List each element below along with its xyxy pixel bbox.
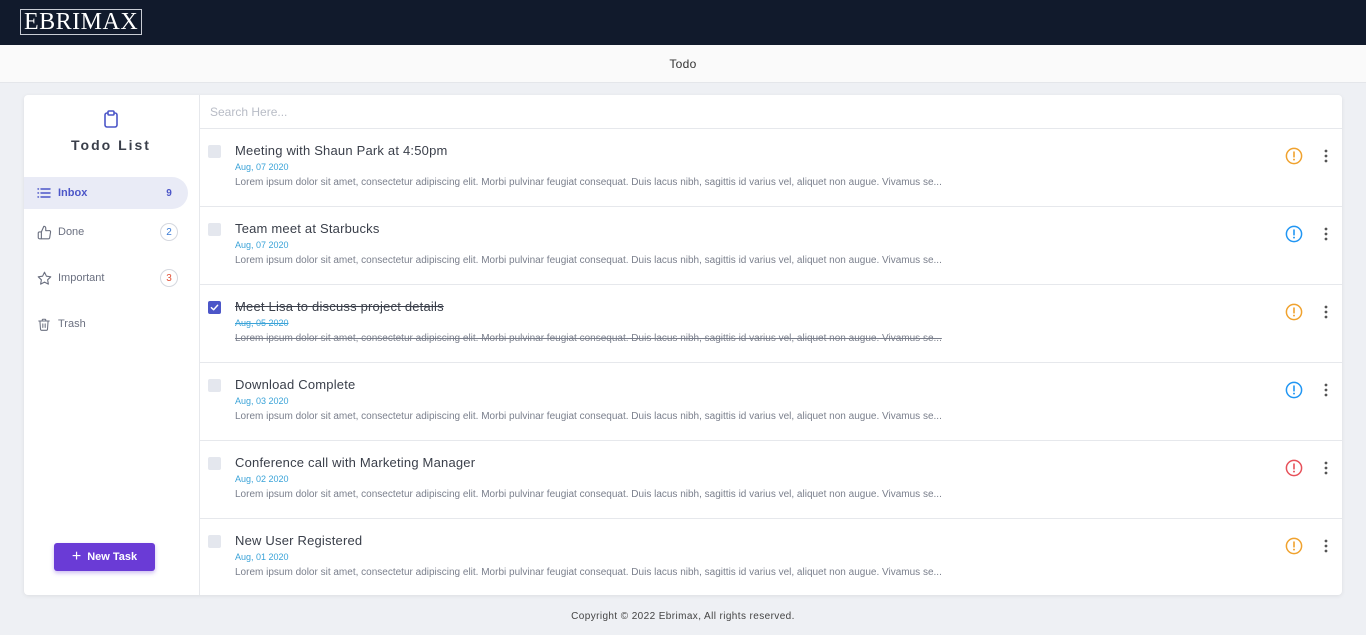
task-description: Lorem ipsum dolor sit amet, consectetur … <box>235 411 942 422</box>
task-date: Aug, 05 2020 <box>235 318 289 328</box>
sidebar-item-label: Important <box>58 272 105 284</box>
task-description: Lorem ipsum dolor sit amet, consectetur … <box>235 567 942 578</box>
priority-alert-icon[interactable] <box>1285 537 1303 555</box>
priority-alert-icon[interactable] <box>1285 459 1303 477</box>
done-count-badge: 2 <box>160 223 178 241</box>
task-list-panel: Meeting with Shaun Park at 4:50pm Aug, 07… <box>200 95 1342 595</box>
more-options-icon[interactable] <box>1321 226 1331 242</box>
thumbs-up-icon <box>36 224 52 240</box>
task-description: Lorem ipsum dolor sit amet, consectetur … <box>235 177 942 188</box>
task-checkbox[interactable] <box>208 457 221 470</box>
more-options-icon[interactable] <box>1321 304 1331 320</box>
top-navbar: EBRIMAX <box>0 0 1366 45</box>
sidebar-item-important[interactable]: Important 3 <box>24 262 188 294</box>
sidebar-item-done[interactable]: Done 2 <box>24 216 188 248</box>
task-row[interactable]: Download Complete Aug, 03 2020 Lorem ipsum… <box>200 363 1342 441</box>
sidebar-item-trash[interactable]: Trash <box>24 308 188 340</box>
task-title[interactable]: New User Registered <box>235 533 362 548</box>
brand-logo-text: EBRIMAX <box>24 9 139 35</box>
plus-icon: + <box>71 548 82 565</box>
task-date: Aug, 07 2020 <box>235 162 289 172</box>
task-row[interactable]: Meet Lisa to discuss project details Aug,… <box>200 285 1342 363</box>
task-checkbox[interactable] <box>208 379 221 392</box>
new-task-button[interactable]: + New Task <box>54 543 155 571</box>
task-title[interactable]: Meeting with Shaun Park at 4:50pm <box>235 143 448 158</box>
task-description: Lorem ipsum dolor sit amet, consectetur … <box>235 489 942 500</box>
more-options-icon[interactable] <box>1321 460 1331 476</box>
task-checkbox[interactable] <box>208 535 221 548</box>
star-icon <box>36 270 52 286</box>
priority-alert-icon[interactable] <box>1285 147 1303 165</box>
check-icon <box>210 304 219 311</box>
more-options-icon[interactable] <box>1321 538 1331 554</box>
sidebar-item-inbox[interactable]: Inbox 9 <box>24 177 188 209</box>
sidebar-item-label: Trash <box>58 318 86 330</box>
page-header: Todo <box>0 45 1366 83</box>
task-date: Aug, 01 2020 <box>235 552 289 562</box>
task-checkbox[interactable] <box>208 223 221 236</box>
task-row[interactable]: Conference call with Marketing Manager Au… <box>200 441 1342 519</box>
more-options-icon[interactable] <box>1321 148 1331 164</box>
new-task-label: New Task <box>87 551 138 563</box>
task-title[interactable]: Team meet at Starbucks <box>235 221 380 236</box>
task-title[interactable]: Download Complete <box>235 377 355 392</box>
brand-logo[interactable]: EBRIMAX <box>20 9 143 35</box>
todo-card: Todo List Inbox 9 Done 2 Important 3 Tra… <box>24 95 1342 595</box>
todo-sidebar: Todo List Inbox 9 Done 2 Important 3 Tra… <box>24 95 200 595</box>
task-checkbox[interactable] <box>208 145 221 158</box>
important-count-badge: 3 <box>160 269 178 287</box>
inbox-count: 9 <box>166 187 172 199</box>
more-options-icon[interactable] <box>1321 382 1331 398</box>
list-icon <box>36 185 52 201</box>
sidebar-title: Todo List <box>71 137 151 153</box>
footer-copyright: Copyright © 2022 Ebrimax, All rights res… <box>571 611 795 622</box>
trash-icon <box>36 316 52 332</box>
task-title[interactable]: Conference call with Marketing Manager <box>235 455 475 470</box>
task-checkbox[interactable] <box>208 301 221 314</box>
task-date: Aug, 02 2020 <box>235 474 289 484</box>
task-date: Aug, 07 2020 <box>235 240 289 250</box>
task-description: Lorem ipsum dolor sit amet, consectetur … <box>235 255 942 266</box>
priority-alert-icon[interactable] <box>1285 303 1303 321</box>
priority-alert-icon[interactable] <box>1285 381 1303 399</box>
task-row[interactable]: New User Registered Aug, 01 2020 Lorem ips… <box>200 519 1342 595</box>
task-row[interactable]: Team meet at Starbucks Aug, 07 2020 Lorem … <box>200 207 1342 285</box>
task-description: Lorem ipsum dolor sit amet, consectetur … <box>235 333 942 344</box>
search-input[interactable] <box>200 95 1342 129</box>
task-title[interactable]: Meet Lisa to discuss project details <box>235 299 444 314</box>
page-title: Todo <box>669 56 697 71</box>
task-row[interactable]: Meeting with Shaun Park at 4:50pm Aug, 07… <box>200 129 1342 207</box>
clipboard-icon <box>104 110 118 128</box>
sidebar-item-label: Inbox <box>58 187 88 199</box>
priority-alert-icon[interactable] <box>1285 225 1303 243</box>
task-date: Aug, 03 2020 <box>235 396 289 406</box>
sidebar-item-label: Done <box>58 226 85 238</box>
